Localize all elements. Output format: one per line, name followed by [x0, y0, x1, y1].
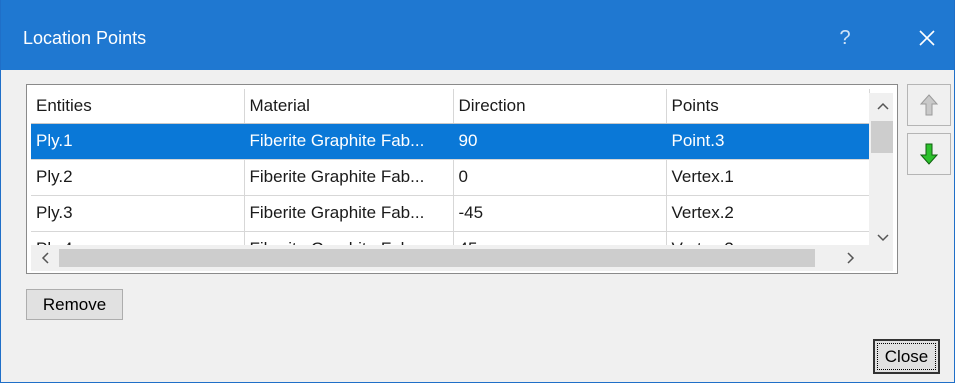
close-window-button[interactable]: [905, 18, 949, 58]
column-header-entities[interactable]: Entities: [31, 89, 245, 124]
cell-material: Fiberite Graphite Fab...: [244, 159, 454, 196]
cell-direction: 90: [453, 123, 667, 160]
chevron-right-icon: [847, 252, 855, 264]
scroll-left-arrow[interactable]: [31, 245, 59, 271]
vertical-scrollbar[interactable]: [869, 93, 893, 247]
move-down-button[interactable]: [907, 133, 951, 175]
cell-material: Fiberite Graphite Fab...: [244, 195, 454, 232]
remove-button[interactable]: Remove: [26, 289, 123, 320]
location-points-table[interactable]: Entities Material Direction Points Ply.1…: [26, 84, 898, 274]
chevron-up-icon: [877, 102, 889, 110]
cell-point: Vertex.1: [666, 159, 870, 196]
table-row[interactable]: Ply.3 Fiberite Graphite Fab... -45 Verte…: [31, 195, 870, 232]
move-up-button[interactable]: [907, 84, 951, 126]
cell-entity: Ply.3: [31, 195, 245, 232]
close-icon: [919, 30, 935, 46]
column-header-direction[interactable]: Direction: [453, 89, 667, 124]
table-header-row: Entities Material Direction Points: [31, 89, 870, 124]
location-points-dialog: Location Points ? Entities Material Dire…: [0, 0, 955, 383]
cell-point: Vertex.2: [666, 195, 870, 232]
cell-direction: -45: [453, 195, 667, 232]
scroll-up-arrow[interactable]: [869, 93, 893, 119]
cell-entity: Ply.2: [31, 159, 245, 196]
scroll-right-arrow[interactable]: [837, 245, 865, 271]
cell-entity: Ply.1: [31, 123, 245, 160]
cell-direction: 0: [453, 159, 667, 196]
arrow-down-icon: [919, 143, 939, 165]
scrollbar-corner: [865, 245, 893, 271]
vertical-scroll-thumb[interactable]: [871, 121, 893, 153]
column-header-points[interactable]: Points: [666, 89, 870, 124]
arrow-up-icon: [919, 94, 939, 116]
scroll-down-arrow[interactable]: [869, 225, 893, 247]
table-row[interactable]: Ply.2 Fiberite Graphite Fab... 0 Vertex.…: [31, 159, 870, 196]
close-button[interactable]: Close: [873, 339, 940, 374]
cell-point: Point.3: [666, 123, 870, 160]
help-button[interactable]: ?: [825, 18, 865, 58]
horizontal-scrollbar[interactable]: [31, 245, 865, 271]
title-bar[interactable]: Location Points ?: [1, 0, 954, 70]
cell-material: Fiberite Graphite Fab...: [244, 123, 454, 160]
chevron-left-icon: [41, 252, 49, 264]
table-row[interactable]: Ply.1 Fiberite Graphite Fab... 90 Point.…: [31, 123, 870, 160]
chevron-down-icon: [877, 234, 889, 242]
dialog-title: Location Points: [23, 28, 147, 48]
horizontal-scroll-thumb[interactable]: [59, 249, 815, 267]
column-header-material[interactable]: Material: [244, 89, 454, 124]
